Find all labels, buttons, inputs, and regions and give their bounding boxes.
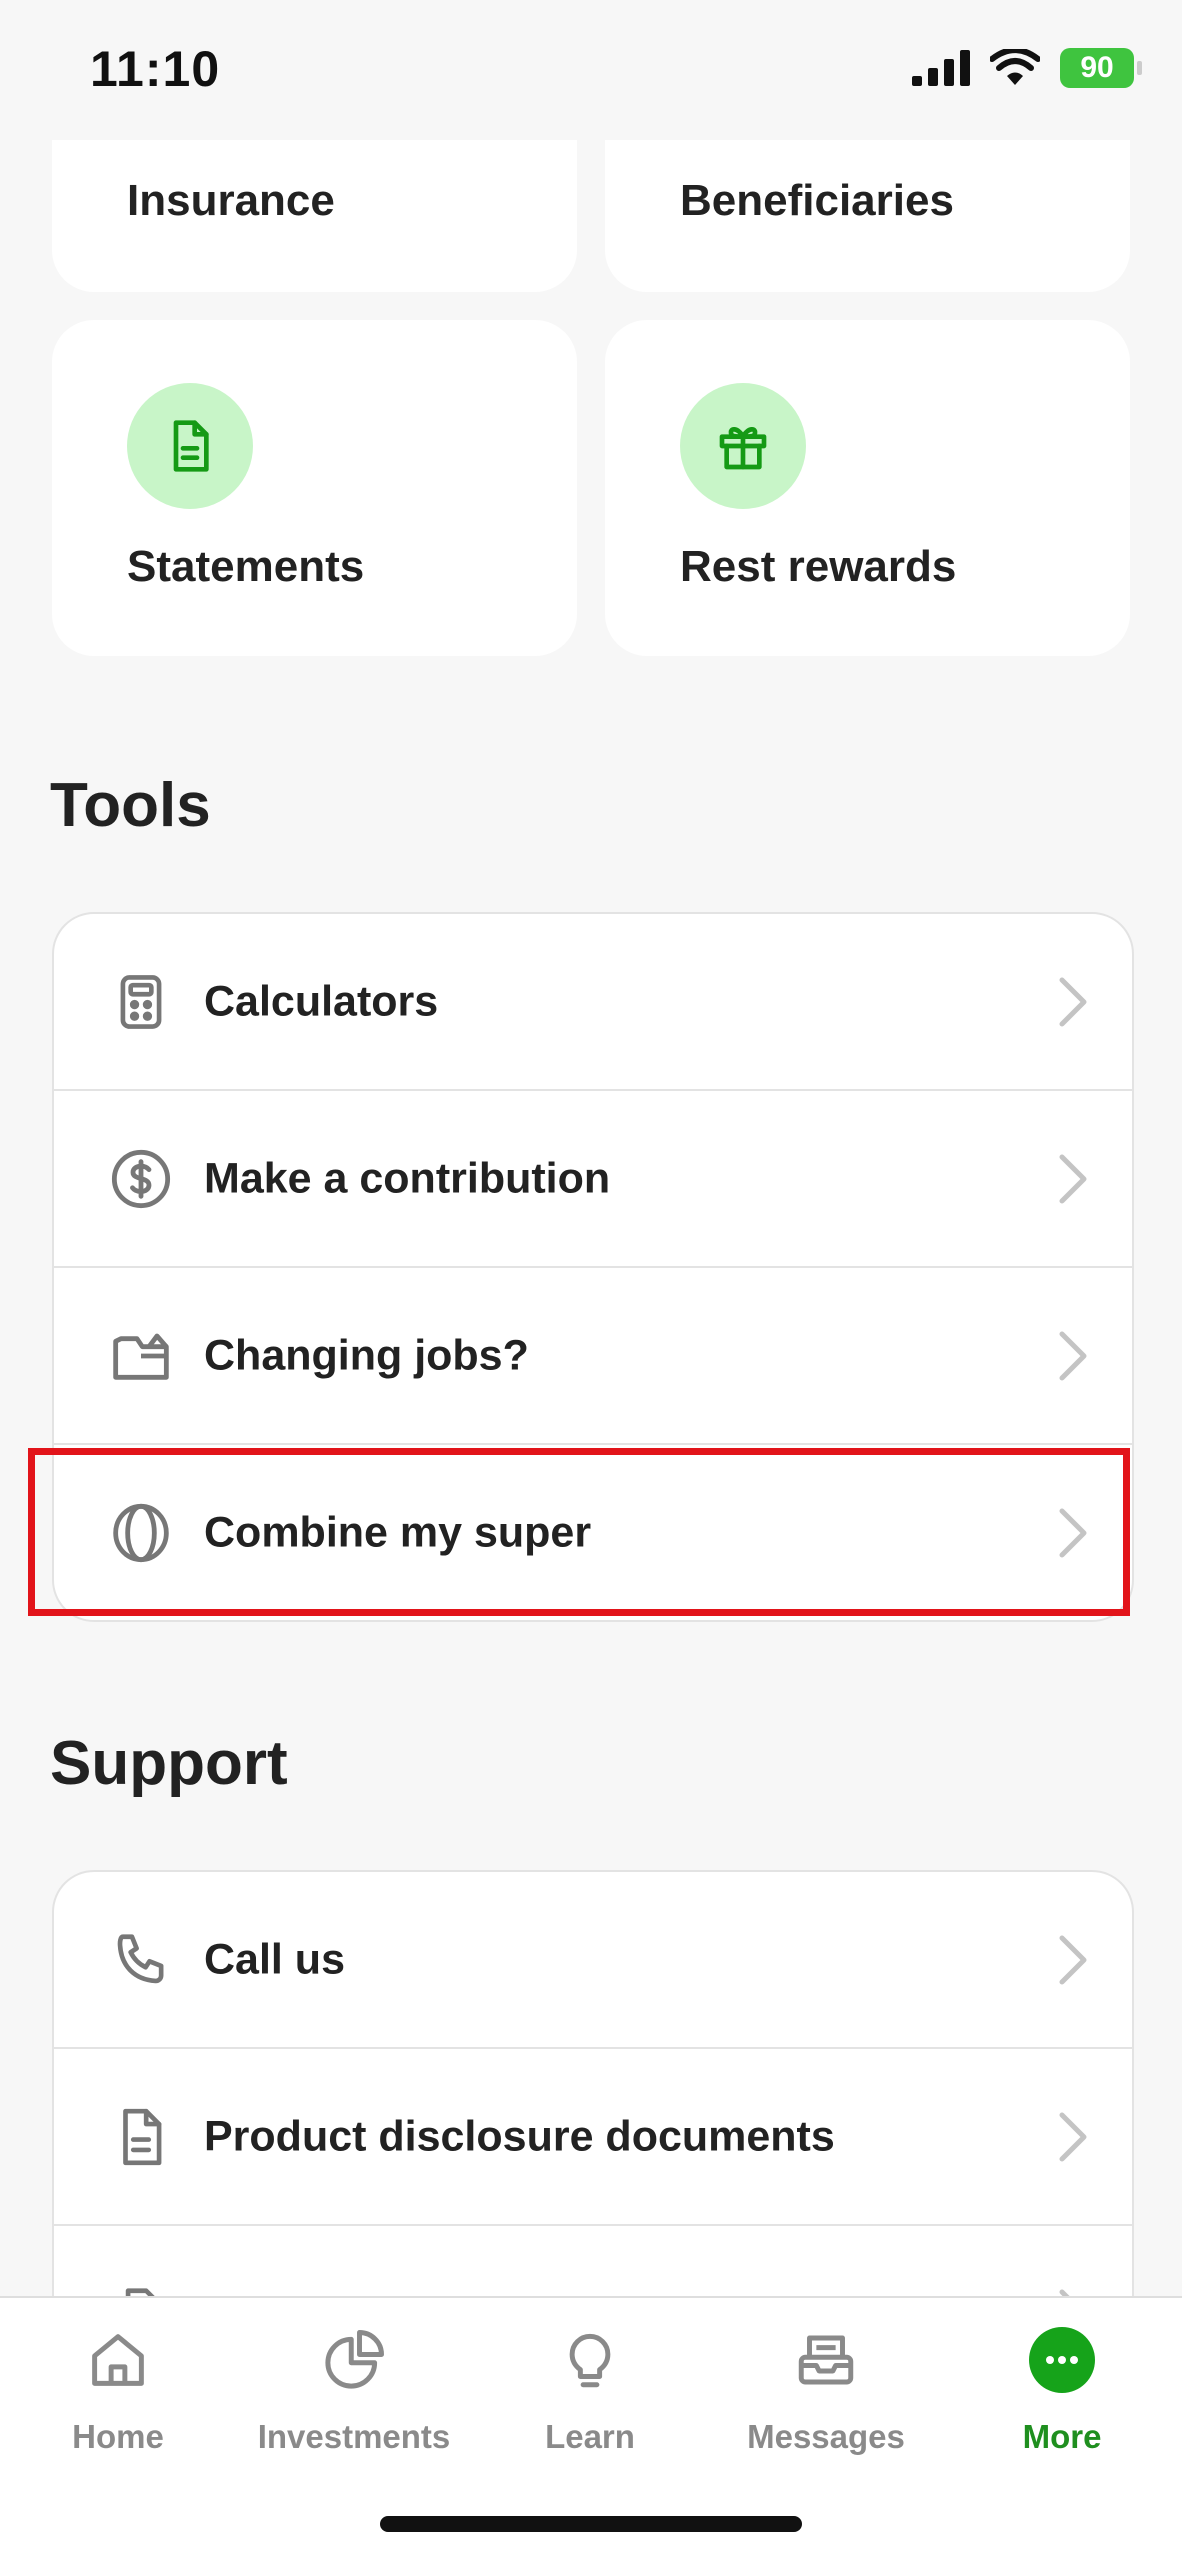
tools-item-calculators[interactable]: Calculators: [54, 914, 1132, 1091]
support-list: Call us Product disclosure documents Ter…: [52, 1870, 1134, 2302]
pie-chart-icon: [314, 2320, 394, 2400]
row-label: Make a contribution: [204, 1154, 611, 1202]
nav-label: Messages: [747, 2418, 905, 2455]
dollar-circle-icon: [106, 1144, 176, 1214]
status-bar: 11:10 90: [0, 0, 1182, 140]
home-icon: [78, 2320, 158, 2400]
chevron-right-icon: [1059, 2112, 1087, 2161]
chevron-right-icon: [1059, 1935, 1087, 1984]
phone-icon: [106, 1925, 176, 1995]
tile-label: Insurance: [127, 176, 335, 225]
battery-icon: 90: [1060, 48, 1142, 88]
home-indicator[interactable]: [380, 2516, 802, 2532]
calculator-icon: [106, 967, 176, 1037]
nav-home[interactable]: Home: [0, 2320, 236, 2456]
nav-label: More: [1022, 2418, 1102, 2455]
wifi-icon: [990, 49, 1040, 85]
nav-messages[interactable]: Messages: [708, 2320, 944, 2456]
nav-label: Investments: [257, 2418, 451, 2455]
tile-statements[interactable]: Statements: [52, 320, 577, 656]
nav-label: Learn: [545, 2418, 635, 2455]
highlight-box: [28, 1448, 1130, 1616]
signal-icon: [912, 50, 970, 86]
chevron-right-icon: [1059, 1331, 1087, 1380]
nav-label: Home: [72, 2418, 164, 2455]
support-item-terms-and-conditions[interactable]: Terms & conditions: [54, 2226, 1132, 2302]
tile-label: Beneficiaries: [680, 176, 954, 225]
nav-investments[interactable]: Investments: [236, 2320, 472, 2456]
status-icons: 90: [912, 48, 1142, 88]
status-time: 11:10: [90, 41, 221, 97]
tools-item-make-a-contribution[interactable]: Make a contribution: [54, 1091, 1132, 1268]
tile-label: Statements: [127, 542, 365, 591]
tools-item-changing-jobs[interactable]: Changing jobs?: [54, 1268, 1132, 1445]
nav-learn[interactable]: Learn: [472, 2320, 708, 2456]
document-icon: [106, 2102, 176, 2172]
support-item-product-disclosure-documents[interactable]: Product disclosure documents: [54, 2049, 1132, 2226]
row-label: Changing jobs?: [204, 1331, 529, 1379]
row-label: Call us: [204, 1935, 345, 1983]
support-heading: Support: [50, 1729, 288, 1798]
chevron-right-icon: [1059, 1154, 1087, 1203]
tools-heading: Tools: [50, 771, 211, 840]
folder-icon: [106, 1321, 176, 1391]
support-item-call-us[interactable]: Call us: [54, 1872, 1132, 2049]
more-icon: [1022, 2320, 1102, 2400]
tile-rest-rewards[interactable]: Rest rewards: [605, 320, 1130, 656]
tile-label: Rest rewards: [680, 542, 957, 591]
lightbulb-icon: [550, 2320, 630, 2400]
inbox-icon: [786, 2320, 866, 2400]
row-label: Calculators: [204, 977, 439, 1025]
nav-more[interactable]: More: [944, 2320, 1180, 2456]
chevron-right-icon: [1059, 977, 1087, 1026]
row-label: Product disclosure documents: [204, 2112, 835, 2160]
document-icon: [127, 383, 253, 509]
gift-icon: [680, 383, 806, 509]
